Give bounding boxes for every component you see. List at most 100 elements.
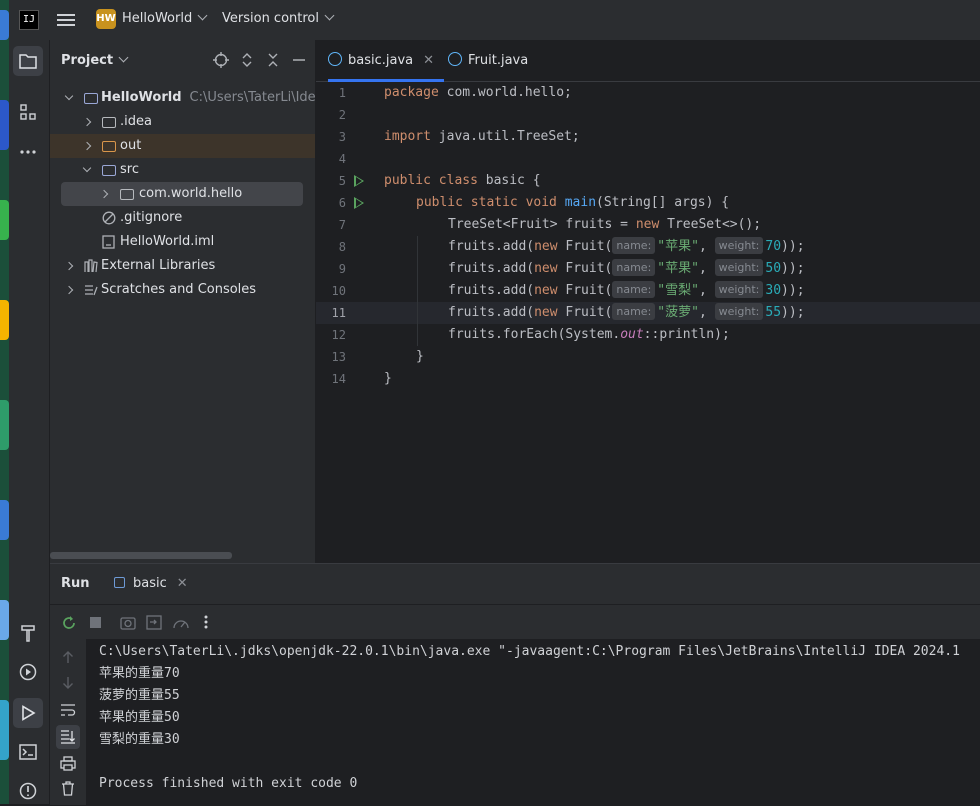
tree-item-helloworld[interactable]: HelloWorld C:\Users\TaterLi\IdeaPr — [50, 86, 337, 110]
services-tool-button[interactable] — [13, 657, 43, 687]
code-text: )); — [781, 283, 805, 298]
screenshot-icon[interactable] — [120, 615, 136, 630]
gitignore-icon — [102, 211, 116, 225]
tree-item-scratches[interactable]: Scratches and Consoles — [50, 278, 315, 302]
close-tab-icon[interactable]: ✕ — [423, 53, 434, 68]
line-number-gutter: 1 2 3 4 5 6 7 8 9 10 11 12 13 14 — [316, 82, 382, 390]
number-literal: 30 — [765, 283, 782, 298]
soft-wrap-icon[interactable] — [60, 703, 76, 717]
hamburger-icon-bar — [57, 24, 75, 26]
line-number: 13 — [331, 350, 346, 364]
keyword: package — [384, 85, 439, 100]
more-icon — [20, 150, 36, 154]
code-line-add: fruits.add(new Fruit(name: "雪梨", weight: 3… — [384, 280, 980, 302]
keyword: new — [534, 283, 558, 298]
hide-panel-icon[interactable] — [291, 52, 307, 68]
scroll-to-end-button[interactable] — [56, 725, 80, 749]
folder-icon — [102, 117, 116, 128]
parameter-hint: weight: — [714, 237, 764, 254]
code-line: package com.world.hello; — [384, 82, 980, 104]
hamburger-icon-bar — [57, 19, 75, 21]
code-line: import java.util.TreeSet; — [384, 126, 980, 148]
run-tab-basic[interactable]: basic ✕ — [114, 576, 188, 591]
tree-item-path: C:\Users\TaterLi\IdeaPr — [189, 90, 337, 105]
restore-layout-icon[interactable] — [146, 615, 162, 630]
arrow-down-icon[interactable] — [62, 676, 74, 690]
locate-icon[interactable] — [213, 52, 229, 68]
code-text: fruits.add( — [448, 261, 535, 276]
project-name: HelloWorld — [122, 11, 193, 26]
code-text: )); — [781, 239, 805, 254]
tab-fruit-java[interactable]: Fruit.java — [448, 40, 528, 81]
hammer-icon — [21, 625, 35, 642]
tab-basic-java[interactable]: basic.java ✕ — [328, 40, 445, 82]
tree-item-idea[interactable]: .idea — [50, 110, 315, 134]
tree-item-label: src — [120, 162, 139, 177]
code-line-add: fruits.add(new Fruit(name: "苹果", weight: 7… — [384, 236, 980, 258]
close-tab-icon[interactable]: ✕ — [177, 576, 188, 591]
code-text: basic { — [477, 173, 541, 188]
parameter-hint: weight: — [714, 303, 764, 320]
code-line: } — [416, 349, 424, 364]
project-horizontal-scrollbar[interactable] — [50, 552, 232, 559]
arrow-up-icon[interactable] — [62, 650, 74, 664]
desktop-icon-fragment — [0, 300, 9, 340]
expand-all-icon[interactable] — [239, 52, 255, 68]
code-text: fruits.add( — [448, 239, 535, 254]
tree-item-iml[interactable]: HelloWorld.iml — [50, 230, 315, 254]
string-literal: "苹果" — [657, 261, 699, 276]
run-tool-button[interactable] — [13, 698, 43, 728]
code-text: fruits.forEach(System. — [448, 327, 621, 342]
collapse-all-icon[interactable] — [265, 52, 281, 68]
version-control-label: Version control — [222, 11, 319, 26]
code-area[interactable]: package com.world.hello; import java.uti… — [384, 82, 980, 390]
problems-tool-button[interactable] — [13, 776, 43, 806]
tree-item-label: out — [120, 138, 142, 153]
run-gutter-icon[interactable] — [354, 197, 364, 209]
code-line: TreeSet<Fruit> fruits = new TreeSet<>(); — [384, 214, 980, 236]
build-tool-button[interactable] — [13, 618, 43, 648]
chevron-down-icon — [197, 10, 208, 21]
desktop-icon-fragment — [0, 400, 9, 450]
tree-item-src[interactable]: src — [50, 158, 315, 182]
code-text: com.world.hello; — [438, 85, 572, 100]
library-icon — [84, 259, 98, 273]
desktop-icon-fragment — [0, 10, 9, 40]
line-number: 5 — [338, 174, 346, 188]
terminal-tool-button[interactable] — [13, 737, 43, 767]
more-options-icon[interactable] — [204, 615, 208, 629]
number-literal: 50 — [765, 261, 782, 276]
profiler-icon[interactable] — [172, 615, 190, 631]
version-control-button[interactable]: Version control — [222, 10, 335, 26]
tree-item-external-libraries[interactable]: External Libraries — [50, 254, 315, 278]
problems-icon — [19, 782, 37, 800]
code-text: Fruit( — [557, 283, 613, 298]
tree-item-out[interactable]: out — [50, 134, 315, 158]
line-number: 10 — [331, 284, 346, 298]
intellij-logo-icon[interactable]: IJ — [19, 10, 39, 30]
structure-tool-button[interactable] — [13, 97, 43, 127]
chevron-right-icon — [64, 285, 74, 295]
code-text: ::println); — [643, 327, 730, 342]
trash-icon[interactable] — [61, 781, 75, 796]
rerun-icon[interactable] — [61, 615, 77, 631]
run-gutter-icon[interactable] — [354, 175, 364, 187]
project-panel-title-button[interactable]: Project — [61, 52, 129, 68]
static-field: out — [620, 327, 644, 342]
more-tools-button[interactable] — [13, 137, 43, 167]
chevron-down-icon — [82, 163, 92, 173]
print-icon[interactable] — [60, 756, 76, 771]
string-literal: "雪梨" — [657, 283, 699, 298]
code-line: public static void main(String[] args) { — [384, 192, 980, 214]
tree-item-package[interactable]: com.world.hello — [61, 182, 303, 206]
chevron-right-icon — [64, 261, 74, 271]
parameter-hint: name: — [612, 259, 656, 276]
project-switcher-button[interactable]: HelloWorld — [122, 10, 208, 26]
main-menu-button[interactable] — [57, 11, 75, 29]
line-number: 11 — [331, 306, 346, 320]
stop-icon[interactable] — [89, 616, 102, 629]
project-tool-button[interactable] — [13, 46, 43, 76]
tree-item-gitignore[interactable]: .gitignore — [50, 206, 315, 230]
console-output[interactable]: C:\Users\TaterLi\.jdks\openjdk-22.0.1\bi… — [99, 641, 979, 795]
